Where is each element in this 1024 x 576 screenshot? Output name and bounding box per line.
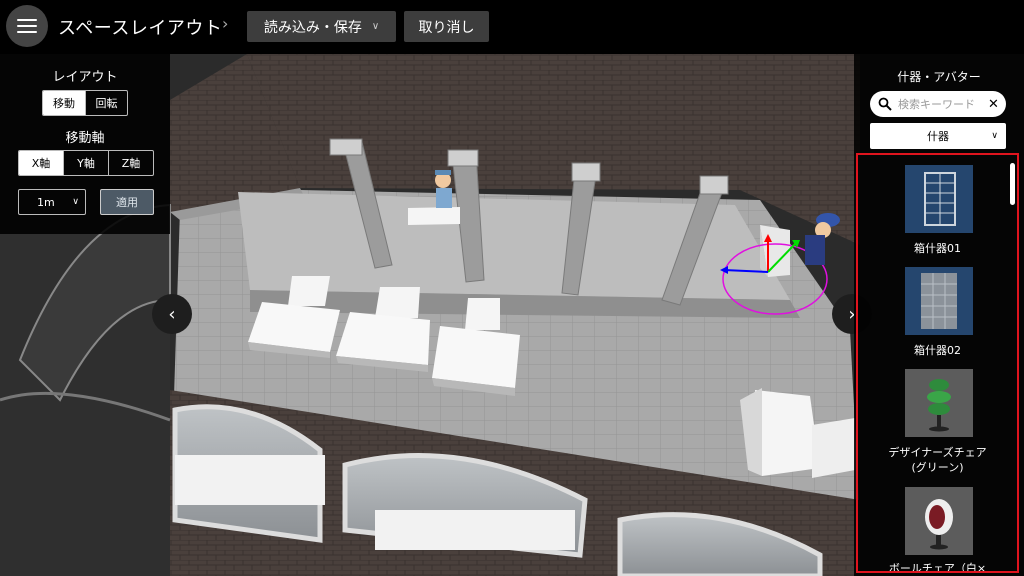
- axis-z-button[interactable]: Z軸: [109, 151, 153, 175]
- search-icon: [878, 97, 892, 111]
- search-input[interactable]: [896, 96, 986, 112]
- shelf-box-icon: [905, 267, 973, 335]
- catalog-item-label: ボールチェア（白×: [888, 562, 987, 573]
- axis-label: 移動軸: [65, 131, 105, 146]
- green-chair-icon: [905, 369, 973, 437]
- chevron-down-icon: ∨: [72, 197, 79, 207]
- category-select[interactable]: 什器 ∨: [870, 123, 1006, 149]
- panel-title: 什器・アバター: [897, 70, 981, 84]
- load-save-label: 読み込み・保存: [263, 19, 362, 36]
- chevron-down-icon: ∨: [371, 21, 380, 32]
- hamburger-menu-button[interactable]: [6, 5, 48, 47]
- menu-icon: [17, 19, 37, 21]
- step-value: 1m: [37, 195, 55, 209]
- top-bar: スペースレイアウト › 読み込み・保存 ∨ 取り消し: [0, 0, 1024, 54]
- axis-x-button[interactable]: X軸: [19, 151, 64, 175]
- ball-chair-icon: [905, 487, 973, 555]
- search-box: ✕: [870, 91, 1006, 117]
- page-title: スペースレイアウト: [58, 18, 223, 39]
- chevron-left-icon: ‹: [168, 303, 176, 325]
- avatar-left[interactable]: [435, 170, 452, 208]
- category-value: 什器: [927, 130, 949, 143]
- clear-icon[interactable]: ✕: [988, 97, 999, 112]
- catalog-item-label: 箱什器01: [914, 242, 961, 255]
- chevron-right-icon: ›: [222, 14, 229, 33]
- apply-button[interactable]: 適用: [100, 189, 154, 215]
- axis-y-button[interactable]: Y軸: [64, 151, 109, 175]
- catalog-item-label: デザイナーズチェア (グリーン): [888, 446, 987, 474]
- scrollbar[interactable]: [1010, 163, 1015, 205]
- chevron-down-icon: ∨: [991, 131, 998, 141]
- mode-move-button[interactable]: 移動: [43, 91, 86, 115]
- shelf-grid-icon: [905, 165, 973, 233]
- load-save-button[interactable]: 読み込み・保存 ∨: [247, 11, 396, 42]
- step-select[interactable]: 1m ∨: [18, 189, 86, 215]
- catalog-item-label: 箱什器02: [914, 344, 961, 357]
- furniture-avatar-panel: 什器・アバター ✕ 什器 ∨ 箱什器01: [854, 54, 1024, 576]
- undo-button[interactable]: 取り消し: [404, 11, 489, 42]
- catalog-list[interactable]: 箱什器01 箱什器02 デザイナーズチェア (グリーン) ボールチェア（白×: [856, 153, 1019, 573]
- mode-toggle: 移動 回転: [42, 90, 128, 116]
- layout-label: レイアウト: [52, 70, 118, 85]
- axis-toggle: X軸 Y軸 Z軸: [18, 150, 154, 176]
- prev-arrow-button[interactable]: ‹: [152, 294, 192, 334]
- mode-rotate-button[interactable]: 回転: [86, 91, 127, 115]
